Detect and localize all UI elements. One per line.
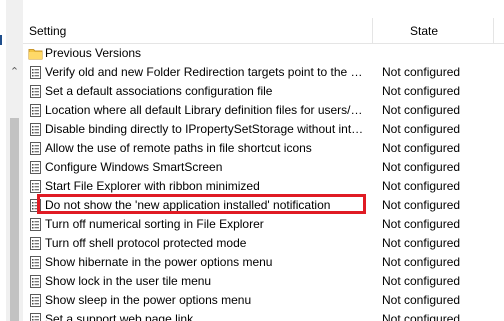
policy-name: Location where all default Library defin…: [45, 103, 368, 117]
policy-settings-pane: ⌃ Setting State Previous Versions Verify…: [0, 0, 504, 321]
folder-row-previous-versions[interactable]: Previous Versions: [23, 44, 504, 63]
policy-row[interactable]: Turn off numerical sorting in File Explo…: [23, 215, 504, 234]
policy-row[interactable]: Set a support web page link Not configure…: [23, 310, 504, 321]
policy-name: Show sleep in the power options menu: [45, 293, 252, 307]
policy-setting-icon: [28, 274, 43, 289]
policy-row[interactable]: Verify old and new Folder Redirection ta…: [23, 63, 504, 82]
policy-state: Not configured: [382, 179, 461, 193]
policy-row[interactable]: Start File Explorer with ribbon minimize…: [23, 177, 504, 196]
policy-state: Not configured: [382, 274, 461, 288]
folder-label: Previous Versions: [45, 46, 142, 60]
policy-setting-icon: [28, 141, 43, 156]
column-header-row: Setting State: [23, 18, 504, 44]
policy-name: Do not show the 'new application install…: [45, 198, 331, 212]
policy-setting-icon: [28, 198, 43, 213]
policy-setting-icon: [28, 160, 43, 175]
policy-row[interactable]: Allow the use of remote paths in file sh…: [23, 139, 504, 158]
policy-setting-icon: [28, 255, 43, 270]
policy-row[interactable]: Turn off shell protocol protected mode No…: [23, 234, 504, 253]
policy-name: Show hibernate in the power options menu: [45, 255, 273, 269]
policy-row[interactable]: Disable binding directly to IPropertySet…: [23, 120, 504, 139]
column-divider[interactable]: [372, 18, 373, 43]
column-divider[interactable]: [493, 18, 494, 43]
policy-setting-icon: [28, 179, 43, 194]
policy-list: Previous Versions Verify old and new Fol…: [23, 44, 504, 321]
policy-row[interactable]: Set a default associations configuration…: [23, 82, 504, 101]
policy-name: Configure Windows SmartScreen: [45, 160, 223, 174]
policy-setting-icon: [28, 236, 43, 251]
policy-name: Start File Explorer with ribbon minimize…: [45, 179, 260, 193]
policy-setting-icon: [28, 312, 43, 321]
policy-state: Not configured: [382, 141, 461, 155]
policy-setting-icon: [28, 217, 43, 232]
policy-name: Allow the use of remote paths in file sh…: [45, 141, 312, 155]
setting-column-header[interactable]: Setting: [29, 18, 66, 43]
folder-icon: [28, 49, 43, 60]
policy-state: Not configured: [382, 255, 461, 269]
policy-state: Not configured: [382, 103, 461, 117]
vertical-scrollbar[interactable]: ⌃: [6, 0, 23, 321]
policy-name: Verify old and new Folder Redirection ta…: [45, 65, 368, 79]
policy-setting-icon: [28, 293, 43, 308]
policy-row[interactable]: Show sleep in the power options menu Not …: [23, 291, 504, 310]
policy-state: Not configured: [382, 160, 461, 174]
state-column-header[interactable]: State: [410, 18, 438, 43]
policy-row[interactable]: Configure Windows SmartScreen Not configu…: [23, 158, 504, 177]
policy-state: Not configured: [382, 312, 461, 321]
policy-row[interactable]: Show hibernate in the power options menu…: [23, 253, 504, 272]
scroll-up-arrow-icon[interactable]: ⌃: [9, 67, 20, 78]
scrollbar-thumb[interactable]: [10, 118, 19, 321]
policy-state: Not configured: [382, 293, 461, 307]
policy-name: Show lock in the user tile menu: [45, 274, 212, 288]
policy-setting-icon: [28, 65, 43, 80]
policy-state: Not configured: [382, 65, 461, 79]
policy-state: Not configured: [382, 122, 461, 136]
policy-name: Set a default associations configuration…: [45, 84, 273, 98]
policy-row[interactable]: Show lock in the user tile menu Not confi…: [23, 272, 504, 291]
policy-setting-icon: [28, 122, 43, 137]
policy-state: Not configured: [382, 198, 461, 212]
policy-setting-icon: [28, 103, 43, 118]
policy-name: Set a support web page link: [45, 312, 194, 321]
policy-name: Turn off shell protocol protected mode: [45, 236, 247, 250]
policy-state: Not configured: [382, 236, 461, 250]
policy-row[interactable]: Location where all default Library defin…: [23, 101, 504, 120]
policy-state: Not configured: [382, 217, 461, 231]
policy-state: Not configured: [382, 84, 461, 98]
policy-setting-icon: [28, 84, 43, 99]
tree-selection-marker: [0, 35, 2, 45]
policy-name: Disable binding directly to IPropertySet…: [45, 122, 368, 136]
policy-row[interactable]: Do not show the 'new application install…: [23, 196, 504, 215]
policy-name: Turn off numerical sorting in File Explo…: [45, 217, 264, 231]
